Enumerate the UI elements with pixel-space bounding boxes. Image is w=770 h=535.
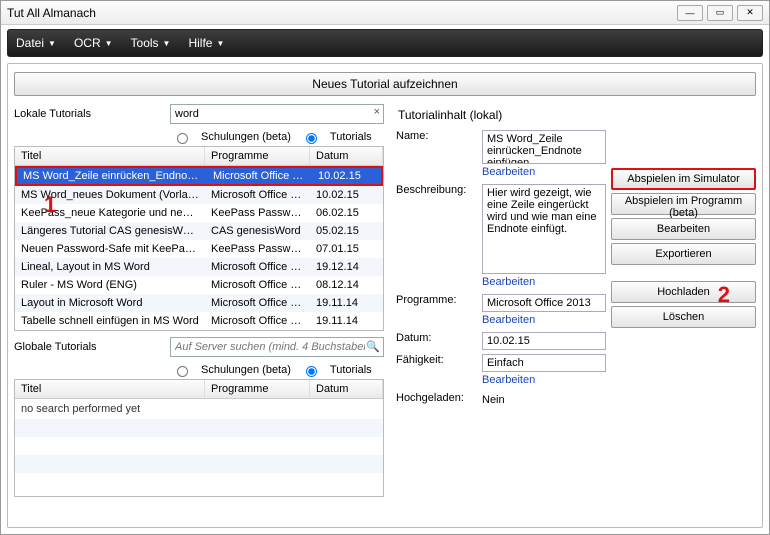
desc-field[interactable] bbox=[482, 184, 606, 274]
uploaded-label: Hochgeladen: bbox=[396, 392, 474, 404]
cell-title: MS Word_Zeile einrücken_Endnote ... bbox=[17, 170, 207, 182]
cell-title: Ruler - MS Word (ENG) bbox=[15, 279, 205, 291]
table-row[interactable]: MS Word_Zeile einrücken_Endnote ...Micro… bbox=[15, 166, 383, 186]
cell-title: Neuen Password-Safe mit KeePass a... bbox=[15, 243, 205, 255]
edit-button[interactable]: Bearbeiten bbox=[611, 218, 756, 240]
gcol-datum[interactable]: Datum bbox=[310, 380, 383, 398]
table-row[interactable]: Längeres Tutorial CAS genesisWorldCAS ge… bbox=[15, 222, 383, 240]
cell-programme: Microsoft Office 2... bbox=[205, 279, 310, 291]
global-tutorials-table: Titel Programme Datum no search performe… bbox=[14, 379, 384, 497]
table-row[interactable]: Ruler - MS Word (ENG)Microsoft Office 2.… bbox=[15, 276, 383, 294]
cell-date: 10.02.15 bbox=[312, 170, 381, 182]
cell-date: 10.02.15 bbox=[310, 189, 383, 201]
cell-title: MS Word_neues Dokument (Vorlage... bbox=[15, 189, 205, 201]
cell-programme: Microsoft Office 2... bbox=[205, 189, 310, 201]
date-field[interactable] bbox=[482, 332, 606, 350]
play-simulator-button[interactable]: Abspielen im Simulator bbox=[611, 168, 756, 190]
cell-programme: KeePass Password ... bbox=[205, 243, 310, 255]
prog-field[interactable] bbox=[482, 294, 606, 312]
table-row[interactable]: MS Word_neues Dokument (Vorlage...Micros… bbox=[15, 186, 383, 204]
cell-date: 19.12.14 bbox=[310, 261, 383, 273]
col-title[interactable]: Titel bbox=[15, 147, 205, 165]
cell-title: Längeres Tutorial CAS genesisWorld bbox=[15, 225, 205, 237]
upload-button[interactable]: Hochladen bbox=[611, 281, 756, 303]
global-radio-tutorials-label: Tutorials bbox=[330, 364, 372, 376]
table-row[interactable]: Neuen Password-Safe mit KeePass a...KeeP… bbox=[15, 240, 383, 258]
cell-programme: KeePass Password ... bbox=[205, 207, 310, 219]
cell-date: 19.11.14 bbox=[310, 315, 383, 327]
menubar: Datei▼ OCR▼ Tools▼ Hilfe▼ bbox=[7, 29, 763, 57]
cell-title: Layout in Microsoft Word bbox=[15, 297, 205, 309]
global-tutorials-label: Globale Tutorials bbox=[14, 341, 164, 353]
cell-date: 08.12.14 bbox=[310, 279, 383, 291]
cell-title: Tabelle schnell einfügen in MS Word bbox=[15, 315, 205, 327]
local-tutorials-table: Titel Programme Datum MS Word_Zeile einr… bbox=[14, 146, 384, 331]
cell-title: Lineal, Layout in MS Word bbox=[15, 261, 205, 273]
new-tutorial-button[interactable]: Neues Tutorial aufzeichnen bbox=[14, 72, 756, 96]
cell-programme: Microsoft Office 2... bbox=[207, 170, 312, 182]
local-radio-schulungen[interactable] bbox=[177, 133, 188, 144]
global-search-input[interactable] bbox=[170, 337, 384, 357]
no-result-text: no search performed yet bbox=[15, 399, 383, 419]
table-row[interactable]: Tabelle schnell einfügen in MS WordMicro… bbox=[15, 312, 383, 330]
cell-programme: Microsoft Office 2... bbox=[205, 315, 310, 327]
global-radio-schulungen-label: Schulungen (beta) bbox=[201, 364, 291, 376]
cell-programme: CAS genesisWord bbox=[205, 225, 310, 237]
menu-tools[interactable]: Tools▼ bbox=[131, 36, 171, 50]
local-radio-tutorials-label: Tutorials bbox=[330, 131, 372, 143]
local-search-input[interactable] bbox=[170, 104, 384, 124]
date-label: Datum: bbox=[396, 332, 474, 344]
play-program-button[interactable]: Abspielen im Programm (beta) bbox=[611, 193, 756, 215]
cell-date: 05.02.15 bbox=[310, 225, 383, 237]
gcol-programme[interactable]: Programme bbox=[205, 380, 310, 398]
skill-field[interactable] bbox=[482, 354, 606, 372]
menu-help[interactable]: Hilfe▼ bbox=[188, 36, 224, 50]
gcol-title[interactable]: Titel bbox=[15, 380, 205, 398]
cell-title: KeePass_neue Kategorie und neues ... bbox=[15, 207, 205, 219]
global-radio-schulungen[interactable] bbox=[177, 366, 188, 377]
window-title: Tut All Almanach bbox=[7, 6, 677, 20]
skill-label: Fähigkeit: bbox=[396, 354, 474, 366]
clear-search-icon[interactable]: × bbox=[374, 106, 380, 118]
cell-date: 06.02.15 bbox=[310, 207, 383, 219]
table-row[interactable]: KeePass_neue Kategorie und neues ...KeeP… bbox=[15, 204, 383, 222]
name-field[interactable] bbox=[482, 130, 606, 164]
col-programme[interactable]: Programme bbox=[205, 147, 310, 165]
table-row[interactable]: Layout in Microsoft WordMicrosoft Office… bbox=[15, 294, 383, 312]
col-datum[interactable]: Datum bbox=[310, 147, 383, 165]
delete-button[interactable]: Löschen bbox=[611, 306, 756, 328]
uploaded-value: Nein bbox=[482, 392, 606, 406]
table-row[interactable]: Lineal, Layout in MS WordMicrosoft Offic… bbox=[15, 258, 383, 276]
edit-desc-link[interactable]: Bearbeiten bbox=[482, 276, 606, 288]
local-radio-tutorials[interactable] bbox=[306, 133, 317, 144]
cell-programme: Microsoft Office 2... bbox=[205, 261, 310, 273]
detail-heading: Tutorialinhalt (lokal) bbox=[398, 108, 756, 122]
cell-date: 19.11.14 bbox=[310, 297, 383, 309]
menu-ocr[interactable]: OCR▼ bbox=[74, 36, 113, 50]
maximize-button[interactable]: ▭ bbox=[707, 5, 733, 21]
cell-programme: Microsoft Office 2... bbox=[205, 297, 310, 309]
local-radio-schulungen-label: Schulungen (beta) bbox=[201, 131, 291, 143]
local-tutorials-label: Lokale Tutorials bbox=[14, 108, 164, 120]
edit-skill-link[interactable]: Bearbeiten bbox=[482, 374, 606, 386]
edit-prog-link[interactable]: Bearbeiten bbox=[482, 314, 606, 326]
export-button[interactable]: Exportieren bbox=[611, 243, 756, 265]
search-icon[interactable]: 🔍 bbox=[366, 340, 380, 353]
desc-label: Beschreibung: bbox=[396, 184, 474, 196]
name-label: Name: bbox=[396, 130, 474, 142]
prog-label: Programme: bbox=[396, 294, 474, 306]
cell-date: 07.01.15 bbox=[310, 243, 383, 255]
menu-file[interactable]: Datei▼ bbox=[16, 36, 56, 50]
close-button[interactable]: ✕ bbox=[737, 5, 763, 21]
edit-name-link[interactable]: Bearbeiten bbox=[482, 166, 606, 178]
minimize-button[interactable]: — bbox=[677, 5, 703, 21]
global-radio-tutorials[interactable] bbox=[306, 366, 317, 377]
